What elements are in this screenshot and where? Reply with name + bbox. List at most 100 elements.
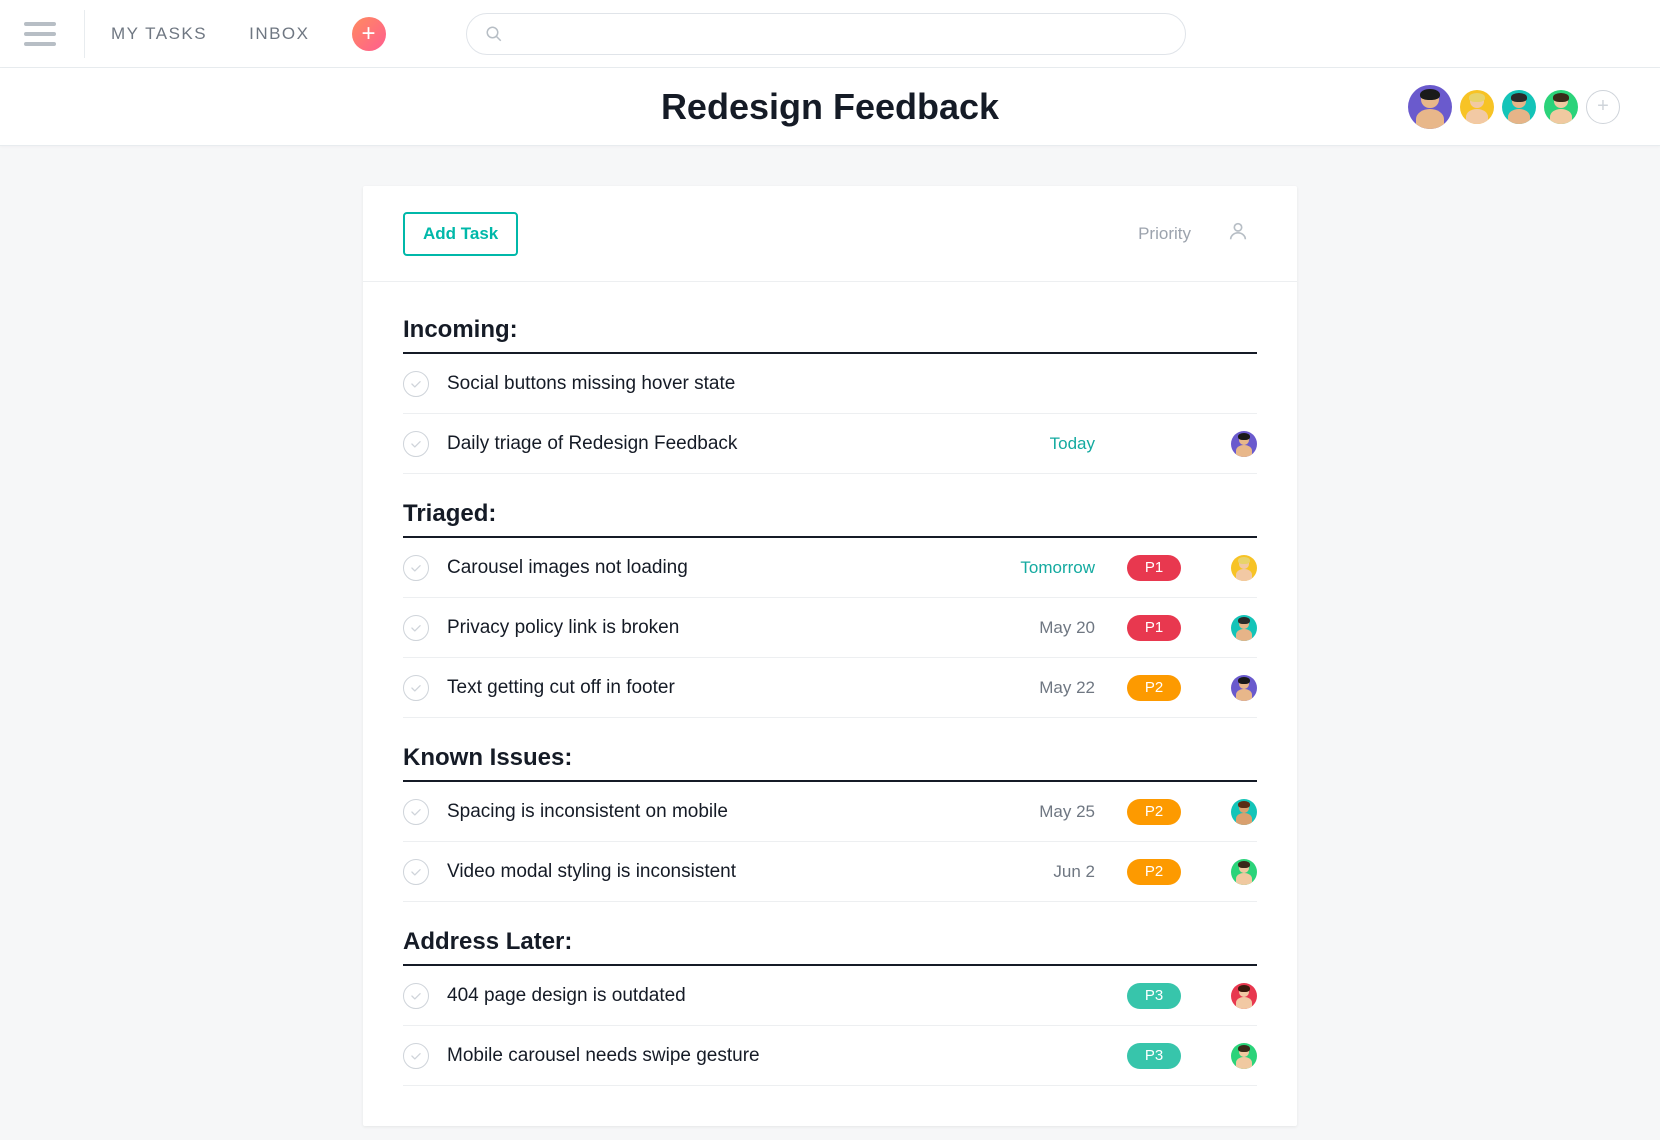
task-row[interactable]: Privacy policy link is brokenMay 20 P1 (403, 598, 1257, 658)
priority-column-header[interactable]: Priority (1138, 224, 1191, 244)
hamburger-menu-icon[interactable] (20, 14, 60, 54)
assignee-cell[interactable] (1197, 431, 1257, 457)
project-title: Redesign Feedback (661, 86, 999, 128)
check-icon (409, 805, 423, 819)
nav-my-tasks[interactable]: MY TASKS (111, 24, 207, 44)
task-title: Social buttons missing hover state (447, 373, 975, 395)
section-title[interactable]: Address Later: (403, 928, 1257, 966)
check-icon (409, 1049, 423, 1063)
complete-checkbox[interactable] (403, 1043, 429, 1069)
due-date[interactable]: May 20 (975, 618, 1095, 638)
task-row[interactable]: Daily triage of Redesign FeedbackToday (403, 414, 1257, 474)
search-input[interactable] (513, 25, 1167, 43)
avatar[interactable] (1231, 859, 1257, 885)
task-title: Video modal styling is inconsistent (447, 861, 975, 883)
task-title: Spacing is inconsistent on mobile (447, 801, 975, 823)
task-section: Known Issues:Spacing is inconsistent on … (403, 744, 1257, 902)
assignee-cell[interactable] (1197, 859, 1257, 885)
task-title: Carousel images not loading (447, 557, 975, 579)
task-list-card: Add Task Priority Incoming: Social button… (363, 186, 1297, 1126)
priority-pill[interactable]: P1 (1127, 555, 1181, 581)
search-field[interactable] (466, 13, 1186, 55)
assignee-cell[interactable] (1197, 983, 1257, 1009)
global-add-button[interactable]: + (352, 17, 386, 51)
avatar[interactable] (1231, 1043, 1257, 1069)
task-title: Daily triage of Redesign Feedback (447, 433, 975, 455)
add-task-button[interactable]: Add Task (403, 212, 518, 256)
avatar[interactable] (1231, 431, 1257, 457)
complete-checkbox[interactable] (403, 983, 429, 1009)
complete-checkbox[interactable] (403, 859, 429, 885)
priority-pill[interactable]: P2 (1127, 675, 1181, 701)
project-members: + (1404, 85, 1620, 129)
check-icon (409, 561, 423, 575)
avatar[interactable] (1544, 90, 1578, 124)
avatar[interactable] (1231, 675, 1257, 701)
top-nav: MY TASKS INBOX + (0, 0, 1660, 68)
check-icon (409, 681, 423, 695)
assignee-column-header[interactable] (1227, 220, 1249, 247)
complete-checkbox[interactable] (403, 555, 429, 581)
task-row[interactable]: Carousel images not loadingTomorrow P1 (403, 538, 1257, 598)
due-date[interactable]: May 25 (975, 802, 1095, 822)
project-header: Redesign Feedback + (0, 68, 1660, 146)
section-title[interactable]: Known Issues: (403, 744, 1257, 782)
priority-pill[interactable]: P2 (1127, 799, 1181, 825)
assignee-cell[interactable] (1197, 615, 1257, 641)
avatar[interactable] (1231, 799, 1257, 825)
task-row[interactable]: 404 page design is outdated P3 (403, 966, 1257, 1026)
assignee-cell[interactable] (1197, 1043, 1257, 1069)
add-member-button[interactable]: + (1586, 90, 1620, 124)
assignee-cell[interactable] (1197, 555, 1257, 581)
avatar[interactable] (1231, 983, 1257, 1009)
task-title: Mobile carousel needs swipe gesture (447, 1045, 975, 1067)
priority-pill[interactable]: P2 (1127, 859, 1181, 885)
task-row[interactable]: Text getting cut off in footerMay 22 P2 (403, 658, 1257, 718)
avatar[interactable] (1231, 615, 1257, 641)
card-toolbar: Add Task Priority (363, 186, 1297, 282)
task-title: Privacy policy link is broken (447, 617, 975, 639)
card-body: Incoming: Social buttons missing hover st… (363, 282, 1297, 1126)
task-row[interactable]: Spacing is inconsistent on mobileMay 25 P… (403, 782, 1257, 842)
task-title: 404 page design is outdated (447, 985, 975, 1007)
complete-checkbox[interactable] (403, 799, 429, 825)
avatar[interactable] (1231, 555, 1257, 581)
task-row[interactable]: Video modal styling is inconsistentJun 2… (403, 842, 1257, 902)
avatar[interactable] (1408, 85, 1452, 129)
complete-checkbox[interactable] (403, 371, 429, 397)
task-section: Incoming: Social buttons missing hover st… (403, 316, 1257, 474)
plus-icon: + (361, 22, 375, 46)
assignee-cell[interactable] (1197, 675, 1257, 701)
check-icon (409, 437, 423, 451)
section-title[interactable]: Incoming: (403, 316, 1257, 354)
complete-checkbox[interactable] (403, 431, 429, 457)
task-title: Text getting cut off in footer (447, 677, 975, 699)
task-row[interactable]: Mobile carousel needs swipe gesture P3 (403, 1026, 1257, 1086)
due-date[interactable]: Jun 2 (975, 862, 1095, 882)
due-date[interactable]: Tomorrow (975, 558, 1095, 578)
plus-icon: + (1597, 95, 1609, 118)
assignee-cell[interactable] (1197, 799, 1257, 825)
nav-inbox[interactable]: INBOX (249, 24, 309, 44)
complete-checkbox[interactable] (403, 615, 429, 641)
priority-pill[interactable]: P3 (1127, 1043, 1181, 1069)
priority-pill[interactable]: P1 (1127, 615, 1181, 641)
task-row[interactable]: Social buttons missing hover state (403, 354, 1257, 414)
person-icon (1227, 220, 1249, 242)
main-area: Add Task Priority Incoming: Social button… (0, 146, 1660, 1126)
check-icon (409, 621, 423, 635)
section-title[interactable]: Triaged: (403, 500, 1257, 538)
due-date[interactable]: May 22 (975, 678, 1095, 698)
priority-pill[interactable]: P3 (1127, 983, 1181, 1009)
complete-checkbox[interactable] (403, 675, 429, 701)
task-section: Triaged:Carousel images not loadingTomor… (403, 500, 1257, 718)
check-icon (409, 989, 423, 1003)
check-icon (409, 865, 423, 879)
avatar[interactable] (1460, 90, 1494, 124)
divider (84, 10, 85, 58)
due-date[interactable]: Today (975, 434, 1095, 454)
avatar[interactable] (1502, 90, 1536, 124)
check-icon (409, 377, 423, 391)
task-section: Address Later:404 page design is outdate… (403, 928, 1257, 1086)
search-icon (485, 25, 503, 43)
